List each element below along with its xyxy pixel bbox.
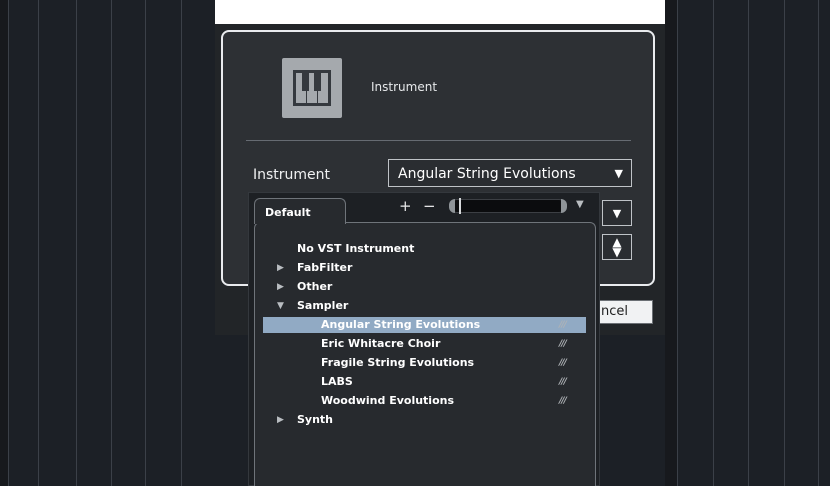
tree-folder[interactable]: ▶ Other	[263, 279, 586, 295]
zoom-slider-left-cap	[449, 199, 455, 213]
zoom-slider-handle[interactable]	[459, 198, 461, 214]
tree-item[interactable]: Angular String Evolutions ///	[263, 317, 586, 333]
grid-line	[818, 0, 819, 486]
rating-mark: ///	[559, 320, 567, 330]
piano-keys-icon	[282, 58, 342, 118]
tree-item-label: FabFilter	[297, 261, 353, 274]
add-button[interactable]: +	[399, 197, 412, 215]
tree-item-label: Eric Whitacre Choir	[321, 337, 441, 350]
up-down-arrows-icon: ▲ ▼	[612, 235, 622, 259]
tree-item-label: No VST Instrument	[297, 242, 415, 255]
grid-line	[181, 0, 182, 486]
grid-line	[38, 0, 39, 486]
host-window-top	[215, 0, 665, 24]
instrument-select[interactable]: Angular String Evolutions ▼	[388, 159, 632, 187]
tree-folder[interactable]: No VST Instrument	[263, 241, 586, 257]
grid-line	[111, 0, 112, 486]
tree-item-label: Woodwind Evolutions	[321, 394, 455, 407]
grid-line	[677, 0, 678, 486]
tree-item-label: Angular String Evolutions	[321, 318, 481, 331]
tree-item-label: Fragile String Evolutions	[321, 356, 475, 369]
divider	[246, 140, 631, 141]
tab-default[interactable]: Default	[254, 198, 346, 224]
tree-item[interactable]: Eric Whitacre Choir ///	[263, 336, 586, 352]
grid-line	[784, 0, 785, 486]
dialog-header-label: Instrument	[371, 80, 438, 94]
tree-item[interactable]: Woodwind Evolutions ///	[263, 393, 586, 409]
tree-folder[interactable]: ▶ FabFilter	[263, 260, 586, 276]
tree-item-label: LABS	[321, 375, 353, 388]
grid-line	[145, 0, 146, 486]
browser-menu-arrow-icon[interactable]: ▼	[576, 199, 584, 210]
tree-item-label: Sampler	[297, 299, 349, 312]
tree-folder[interactable]: ▼ Sampler	[263, 298, 586, 314]
bg-column	[0, 0, 8, 486]
grid-line	[748, 0, 749, 486]
instrument-select-value: Angular String Evolutions	[398, 166, 576, 182]
grid-line	[713, 0, 714, 486]
count-dropdown[interactable]: ▼	[602, 200, 632, 226]
bg-column	[665, 0, 677, 486]
grid-line	[8, 0, 9, 486]
grid-line	[76, 0, 77, 486]
rating-mark: ///	[559, 339, 567, 349]
tree-item-label: Synth	[297, 413, 334, 426]
count-spinner[interactable]: ▲ ▼	[602, 234, 632, 260]
rating-mark: ///	[559, 396, 567, 406]
cancel-button[interactable]: ncel	[597, 300, 653, 324]
tree-folder[interactable]: ▶ Synth	[263, 412, 586, 428]
expand-triangle-icon[interactable]: ▶	[277, 412, 284, 428]
tree-item[interactable]: LABS ///	[263, 374, 586, 390]
zoom-slider[interactable]	[450, 199, 566, 213]
tree-item-label: Other	[297, 280, 333, 293]
instrument-field-label: Instrument	[253, 167, 331, 183]
expand-triangle-icon[interactable]: ▶	[277, 279, 284, 295]
rating-mark: ///	[559, 377, 567, 387]
collapse-triangle-icon[interactable]: ▼	[277, 298, 284, 314]
tree-item[interactable]: Fragile String Evolutions ///	[263, 355, 586, 371]
triangle-down-icon: ▼	[614, 167, 623, 180]
expand-triangle-icon[interactable]: ▶	[277, 260, 284, 276]
rating-mark: ///	[559, 358, 567, 368]
triangle-down-icon: ▼	[612, 207, 622, 220]
remove-button[interactable]: −	[423, 197, 436, 215]
